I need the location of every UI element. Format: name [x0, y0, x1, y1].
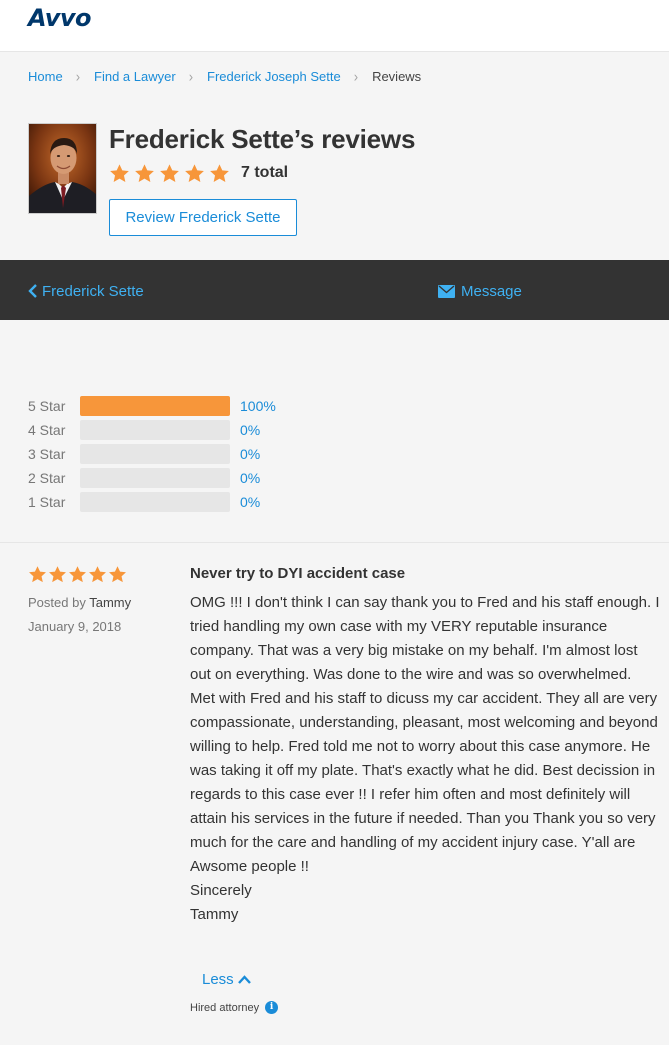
star-icon: [159, 163, 180, 184]
distribution-bar: [80, 396, 230, 416]
show-less-label: Less: [202, 971, 234, 988]
star-icon: [68, 565, 87, 584]
breadcrumb-lawyer-profile[interactable]: Frederick Joseph Sette: [207, 69, 341, 84]
distribution-bar: [80, 468, 230, 488]
info-icon[interactable]: i: [265, 1001, 279, 1014]
back-link-label: Frederick Sette: [42, 282, 144, 300]
distribution-bar-fill: [80, 396, 230, 416]
star-icon: [134, 163, 155, 184]
breadcrumb-home[interactable]: Home: [28, 69, 63, 84]
breadcrumb-chevron-icon: ›: [353, 67, 359, 85]
distribution-row-1-star[interactable]: 1 Star 0%: [28, 490, 276, 514]
distribution-row-5-star[interactable]: 5 Star 100%: [28, 394, 276, 418]
distribution-percent: 0%: [240, 446, 261, 462]
breadcrumb-current: Reviews: [372, 68, 422, 84]
star-icon: [88, 565, 107, 584]
distribution-label: 3 Star: [28, 446, 66, 462]
review-total-count: 7 total: [241, 164, 289, 181]
review-author: Tammy: [89, 595, 132, 610]
breadcrumb-chevron-icon: ›: [188, 67, 194, 85]
review-body: OMG !!! I don't think I can say thank yo…: [190, 591, 660, 927]
review-author-line: Posted by Tammy: [28, 595, 131, 610]
back-to-profile-link[interactable]: Frederick Sette: [28, 280, 144, 302]
chevron-left-icon: [28, 284, 37, 298]
hired-attorney-label: Hired attorney: [190, 1001, 260, 1014]
lawyer-photo[interactable]: [28, 123, 97, 214]
distribution-row-3-star[interactable]: 3 Star 0%: [28, 442, 276, 466]
distribution-label: 1 Star: [28, 494, 66, 510]
distribution-bar: [80, 444, 230, 464]
breadcrumb-chevron-icon: ›: [75, 67, 81, 85]
star-icon: [28, 565, 47, 584]
star-icon: [209, 163, 230, 184]
review-card: Posted by Tammy January 9, 2018 Never tr…: [0, 542, 669, 1045]
review-closing: Sincerely: [190, 882, 252, 899]
top-header: Avvo: [0, 0, 669, 52]
message-link[interactable]: Message: [438, 280, 522, 302]
envelope-icon: [438, 284, 455, 298]
overall-rating: 7 total: [109, 161, 288, 185]
avvo-logo[interactable]: Avvo: [28, 4, 92, 32]
distribution-row-4-star[interactable]: 4 Star 0%: [28, 418, 276, 442]
star-icon: [48, 565, 67, 584]
message-link-label: Message: [461, 282, 522, 300]
distribution-bar: [80, 420, 230, 440]
write-review-button[interactable]: Review Frederick Sette: [109, 199, 297, 236]
posted-by-prefix: Posted by: [28, 595, 86, 610]
chevron-up-icon: [237, 975, 251, 984]
distribution-bar: [80, 492, 230, 512]
distribution-percent: 0%: [240, 494, 261, 510]
review-signature: Tammy: [190, 906, 239, 923]
rating-distribution: 5 Star 100% 4 Star 0% 3 Star 0% 2 Star 0…: [28, 394, 276, 514]
distribution-row-2-star[interactable]: 2 Star 0%: [28, 466, 276, 490]
page-title: Frederick Sette’s reviews: [109, 124, 416, 154]
breadcrumb: Home › Find a Lawyer › Frederick Joseph …: [28, 67, 421, 85]
distribution-label: 4 Star: [28, 422, 66, 438]
review-rating: [28, 565, 128, 584]
distribution-percent: 100%: [240, 398, 276, 414]
distribution-label: 5 Star: [28, 398, 66, 414]
show-less-toggle[interactable]: Less: [202, 971, 251, 988]
star-icon: [109, 163, 130, 184]
hired-attorney-badge: Hired attorney i: [190, 1001, 279, 1014]
star-icon: [184, 163, 205, 184]
review-date: January 9, 2018: [28, 619, 122, 634]
review-text: OMG !!! I don't think I can say thank yo…: [190, 594, 660, 875]
distribution-percent: 0%: [240, 470, 261, 486]
distribution-label: 2 Star: [28, 470, 66, 486]
review-title: Never try to DYI accident case: [190, 565, 406, 582]
distribution-percent: 0%: [240, 422, 261, 438]
breadcrumb-find-a-lawyer[interactable]: Find a Lawyer: [94, 69, 176, 84]
star-icon: [108, 565, 127, 584]
profile-action-bar: Frederick Sette Message: [0, 260, 669, 320]
